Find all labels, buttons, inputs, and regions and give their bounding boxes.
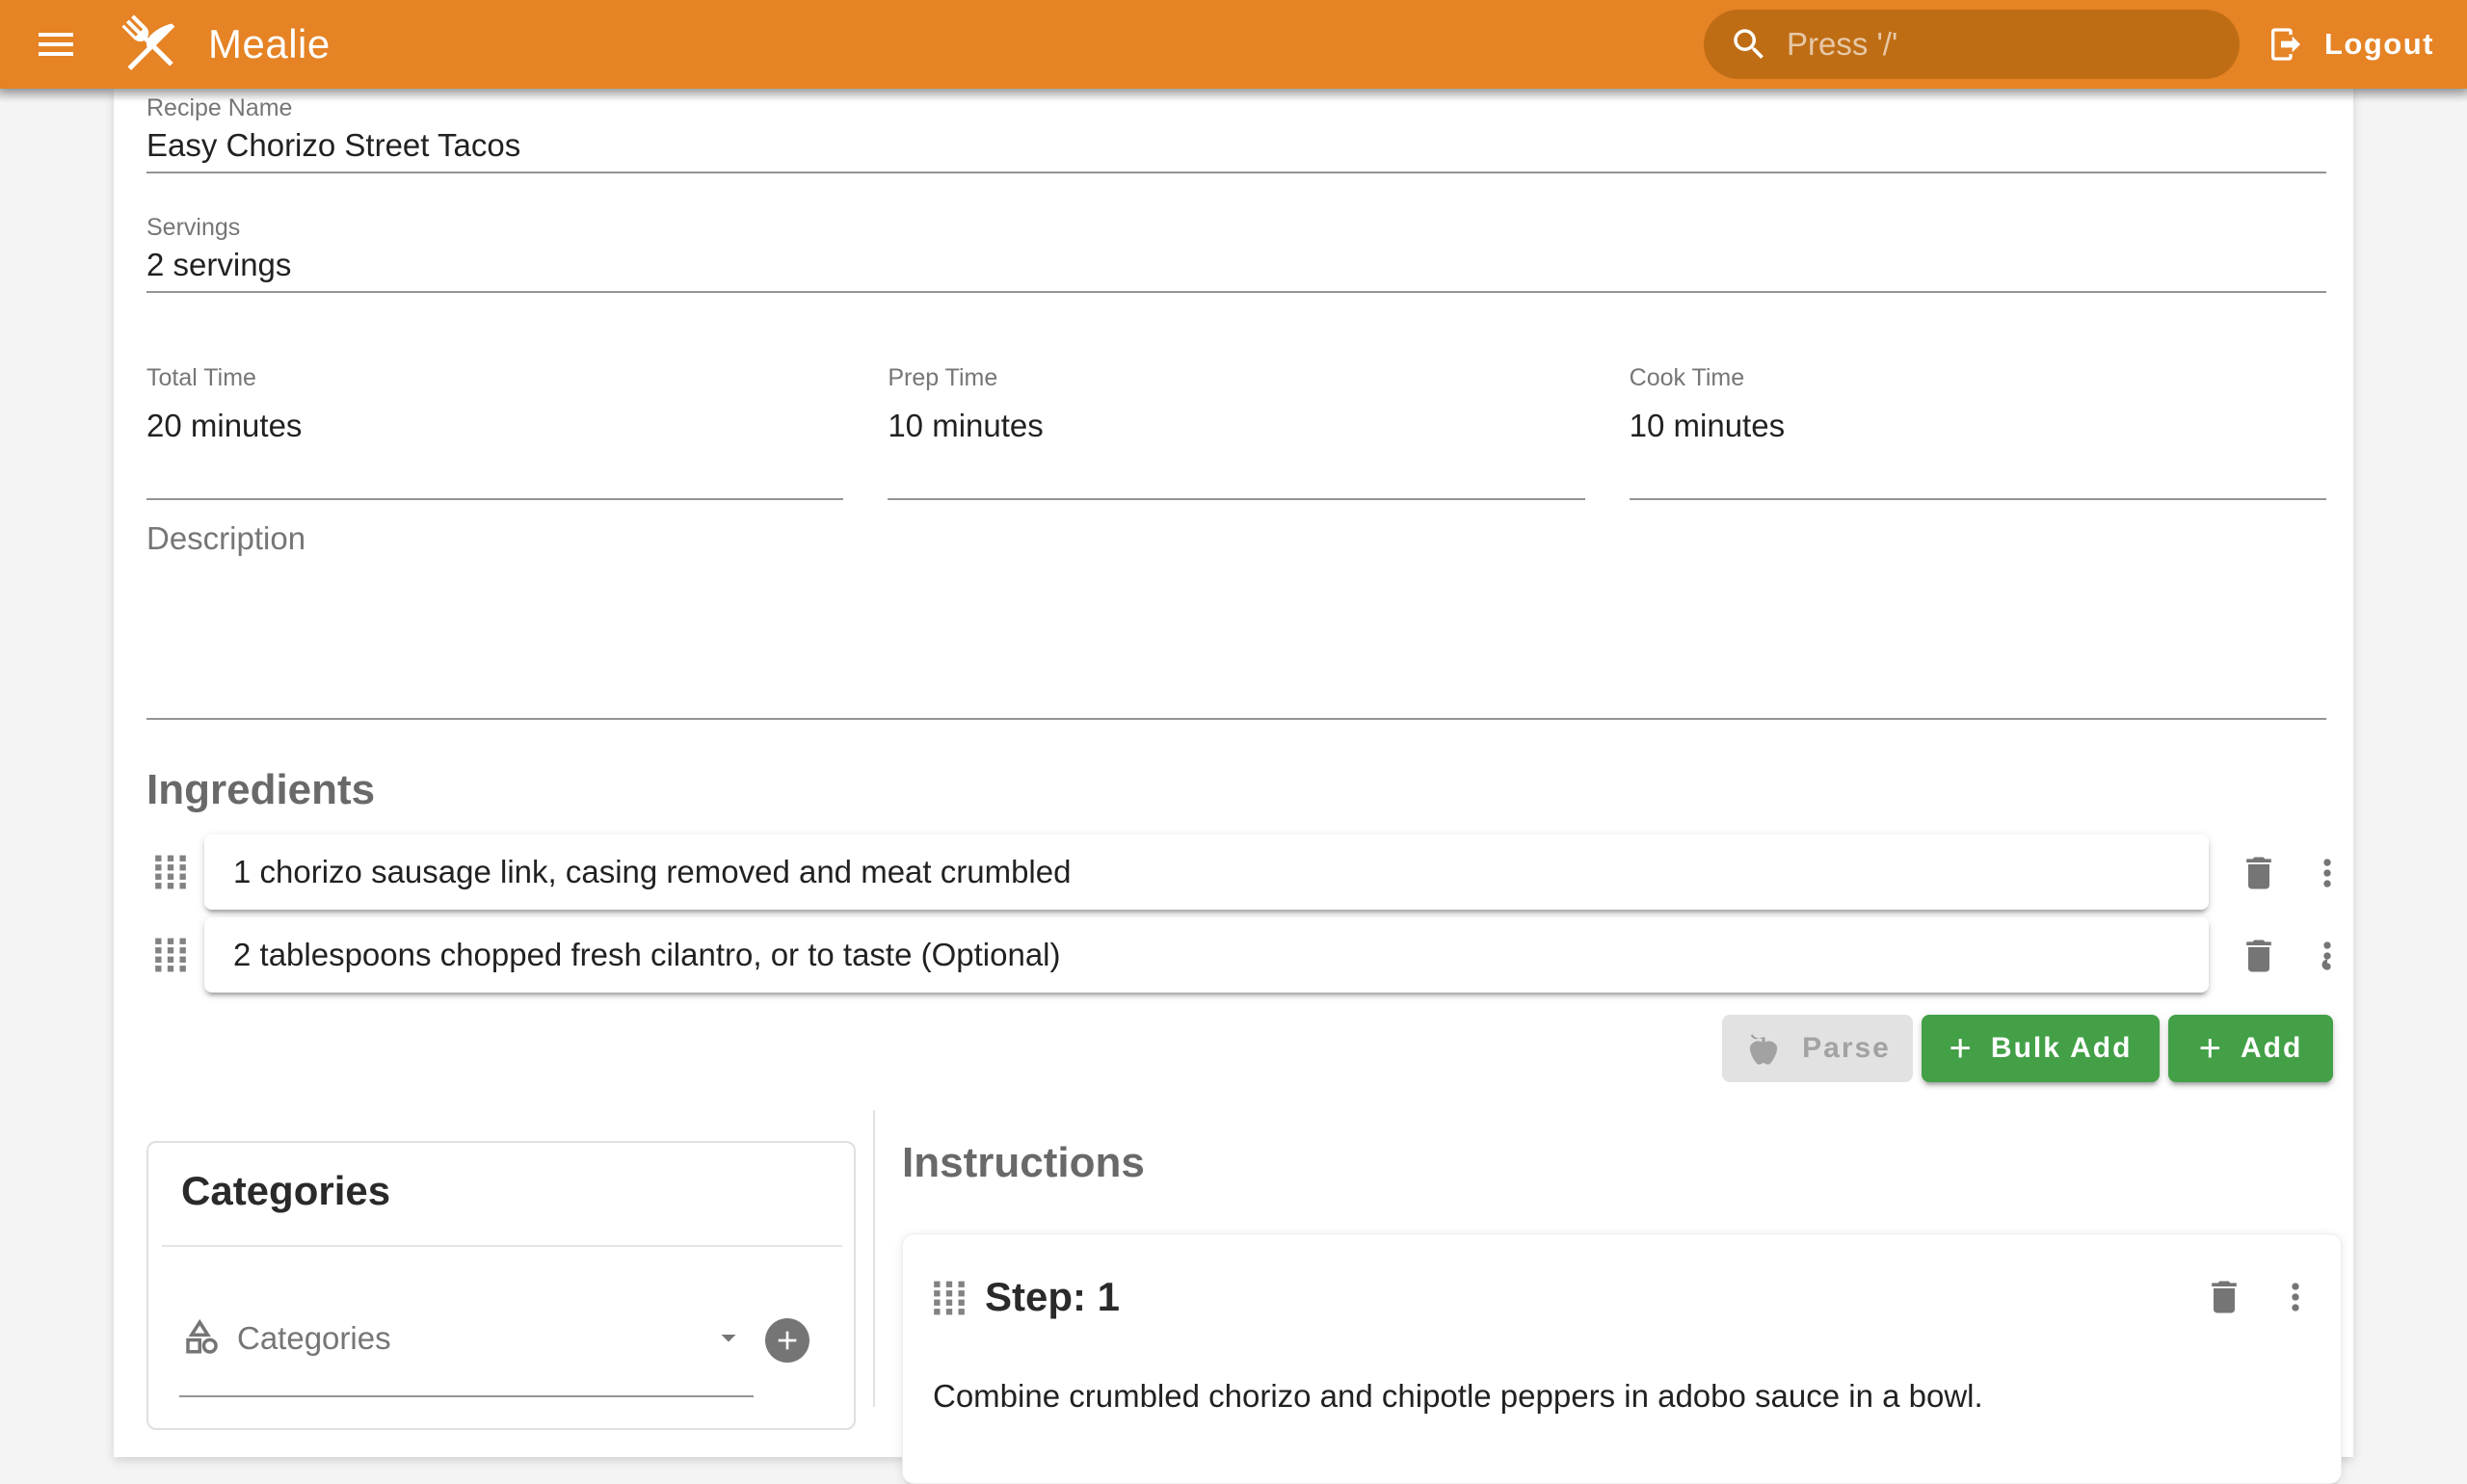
cook-time-input[interactable]: 10 minutes xyxy=(1630,408,2326,444)
logout-button[interactable]: Logout xyxy=(2267,25,2434,64)
ingredient-input[interactable]: 1 chorizo sausage link, casing removed a… xyxy=(204,835,2209,910)
step-text-input[interactable]: Combine crumbled chorizo and chipotle pe… xyxy=(933,1374,2301,1418)
categories-select[interactable]: Categories xyxy=(181,1312,759,1370)
servings-input[interactable]: 2 servings xyxy=(146,247,291,283)
delete-icon xyxy=(2203,1276,2245,1318)
ingredient-delete-button[interactable] xyxy=(2238,935,2280,980)
prep-time-underline xyxy=(888,498,1584,500)
bulk-add-label: Bulk Add xyxy=(1991,1032,2133,1065)
logout-icon xyxy=(2267,25,2305,64)
logout-label: Logout xyxy=(2324,27,2434,62)
menu-icon xyxy=(33,21,79,67)
kebab-icon xyxy=(2306,935,2348,977)
delete-icon xyxy=(2238,935,2280,977)
app-title: Mealie xyxy=(208,21,331,67)
instructions-heading: Instructions xyxy=(902,1139,1145,1187)
categories-divider xyxy=(162,1245,842,1247)
kebab-icon xyxy=(2274,1276,2317,1318)
recipe-name-input[interactable]: Easy Chorizo Street Tacos xyxy=(146,127,520,164)
recipe-name-underline xyxy=(146,172,2326,173)
kebab-icon xyxy=(2306,852,2348,894)
shapes-icon xyxy=(181,1316,222,1362)
header-shadow xyxy=(0,89,2467,102)
total-time-underline xyxy=(146,498,843,500)
description-underline xyxy=(146,718,2326,720)
ingredient-text: 1 chorizo sausage link, casing removed a… xyxy=(233,854,1071,890)
delete-icon xyxy=(2238,852,2280,894)
cook-time-field: Cook Time 10 minutes xyxy=(1630,364,2326,500)
parse-button[interactable]: Parse xyxy=(1722,1015,1913,1082)
categories-select-underline xyxy=(179,1395,754,1397)
prep-time-field: Prep Time 10 minutes xyxy=(888,364,1584,500)
servings-label: Servings xyxy=(146,214,240,242)
plus-circle-icon xyxy=(772,1325,803,1356)
ingredient-drag-handle[interactable] xyxy=(152,937,189,973)
categories-title: Categories xyxy=(181,1168,390,1214)
app-header: Mealie Press '/' Logout xyxy=(0,0,2467,89)
drag-handle-icon xyxy=(931,1280,968,1316)
step-title: Step: 1 xyxy=(985,1274,1120,1320)
times-row: Total Time 20 minutes Prep Time 10 minut… xyxy=(146,364,2326,500)
bulk-add-button[interactable]: + Bulk Add xyxy=(1922,1015,2160,1082)
plus-icon: + xyxy=(2199,1029,2223,1068)
ingredients-heading: Ingredients xyxy=(146,766,375,814)
step-delete-button[interactable] xyxy=(2203,1276,2245,1321)
ingredient-menu-button[interactable] xyxy=(2306,935,2348,980)
ingredient-text: 2 tablespoons chopped fresh cilantro, or… xyxy=(233,937,1061,973)
add-button[interactable]: + Add xyxy=(2168,1015,2333,1082)
app-logo-icon xyxy=(112,7,187,82)
total-time-input[interactable]: 20 minutes xyxy=(146,408,843,444)
cook-time-label: Cook Time xyxy=(1630,364,2326,392)
menu-button[interactable] xyxy=(21,10,91,79)
step-menu-button[interactable] xyxy=(2274,1276,2317,1321)
step-card xyxy=(902,1233,2342,1484)
servings-underline xyxy=(146,291,2326,293)
search-input[interactable]: Press '/' xyxy=(1704,10,2240,79)
ingredient-delete-button[interactable] xyxy=(2238,852,2280,897)
drag-handle-icon xyxy=(152,937,189,973)
total-time-field: Total Time 20 minutes xyxy=(146,364,843,500)
ingredient-drag-handle[interactable] xyxy=(152,854,189,890)
categories-select-placeholder: Categories xyxy=(237,1320,391,1357)
search-placeholder: Press '/' xyxy=(1787,26,1897,63)
apple-icon xyxy=(1744,1029,1783,1068)
search-icon xyxy=(1729,24,1769,65)
ingredient-menu-button[interactable] xyxy=(2306,852,2348,897)
column-divider xyxy=(873,1110,875,1407)
prep-time-input[interactable]: 10 minutes xyxy=(888,408,1584,444)
add-category-button[interactable] xyxy=(765,1318,809,1363)
caret-down-icon xyxy=(711,1320,746,1360)
cook-time-underline xyxy=(1630,498,2326,500)
parse-label: Parse xyxy=(1802,1032,1891,1065)
drag-handle-icon xyxy=(152,854,189,890)
step-drag-handle[interactable] xyxy=(931,1280,968,1316)
total-time-label: Total Time xyxy=(146,364,843,392)
prep-time-label: Prep Time xyxy=(888,364,1584,392)
ingredient-input[interactable]: 2 tablespoons chopped fresh cilantro, or… xyxy=(204,917,2209,993)
add-label: Add xyxy=(2241,1032,2302,1065)
description-textarea[interactable]: Description xyxy=(146,501,2326,719)
plus-icon: + xyxy=(1950,1029,1974,1068)
description-placeholder: Description xyxy=(146,520,2326,557)
